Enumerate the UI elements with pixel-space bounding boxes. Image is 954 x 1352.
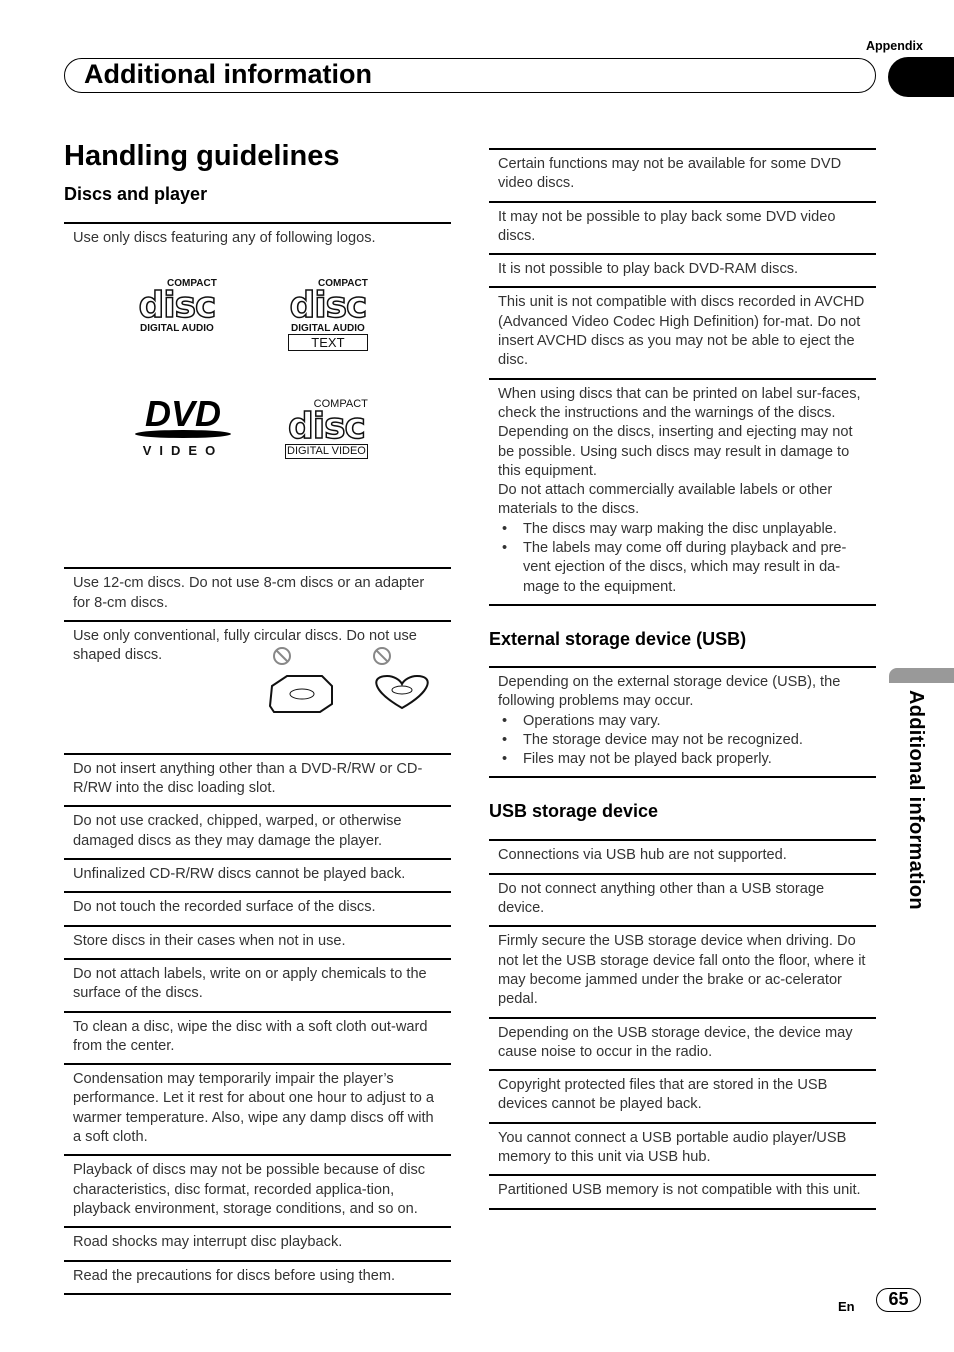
row-text: Use only discs featuring any of followin… <box>73 230 376 246</box>
bullet-list: Operations may vary. The storage device … <box>498 712 867 770</box>
row-text: Do not attach labels, write on or apply … <box>73 965 427 1002</box>
prohibited-icon <box>373 647 392 666</box>
bullet-item: Operations may vary. <box>498 712 867 732</box>
list-item: Depending on the external storage device… <box>489 665 876 779</box>
logo-text: VIDEO <box>142 443 224 459</box>
row-text: Do not attach commercially available lab… <box>498 482 833 518</box>
logo-text: disc <box>287 406 366 448</box>
row-text: When using discs that can be printed on … <box>498 385 861 479</box>
bullet-item: The discs may warp making the disc unpla… <box>498 520 867 540</box>
bullet-item: The storage device may not be recognized… <box>498 731 867 751</box>
row-text: Depending on the USB storage device, the… <box>498 1024 853 1060</box>
side-tab <box>889 668 954 683</box>
list-item: Store discs in their cases when not in u… <box>64 924 451 958</box>
list-item: It may not be possible to play back some… <box>489 200 876 254</box>
list-item: Certain functions may not be available f… <box>489 148 876 201</box>
list-item: Connections via USB hub are not supporte… <box>489 839 876 872</box>
header-title: Additional information <box>84 59 372 89</box>
list-item: Condensation may temporarily impair the … <box>64 1063 451 1154</box>
usb-storage-heading: USB storage device <box>489 801 659 822</box>
row-text: Playback of discs may not be possible be… <box>73 1162 426 1217</box>
list-item: Use 12-cm discs. Do not use 8-cm discs o… <box>64 567 451 620</box>
row-text: Copyright protected files that are store… <box>498 1077 828 1113</box>
logo-text: DIGITAL VIDEO <box>285 444 368 460</box>
row-text: Depending on the external storage device… <box>498 673 841 710</box>
row-text: Do not touch the recorded surface of the… <box>73 899 376 916</box>
row-text: It may not be possible to play back some… <box>498 208 836 244</box>
discs-heading: Discs and player <box>64 184 208 204</box>
list-item: It is not possible to play back DVD-RAM … <box>489 253 876 286</box>
list-item: This unit is not compatible with discs r… <box>489 286 876 377</box>
ext-storage-heading: External storage device (USB) <box>489 628 747 649</box>
list-item: Firmly secure the USB storage device whe… <box>489 925 876 1016</box>
list-item: Partitioned USB memory is not compatible… <box>489 1174 876 1210</box>
list-item: Do not touch the recorded surface of the… <box>64 891 451 924</box>
row-text: Do not insert anything other than a DVD-… <box>73 760 423 797</box>
language-label: En <box>838 1299 855 1314</box>
row-text: Condensation may temporarily impair the … <box>73 1071 435 1146</box>
row-text: This unit is not compatible with discs r… <box>498 294 865 369</box>
row-text: Firmly secure the USB storage device whe… <box>498 933 866 1008</box>
list-item: Depending on the USB storage device, the… <box>489 1016 876 1070</box>
right-column: Certain functions may not be available f… <box>489 148 876 1210</box>
bullet-list: The discs may warp making the disc unpla… <box>498 520 867 597</box>
dvd-video-logo: DVD VIDEO <box>133 393 233 460</box>
list-item: Do not attach labels, write on or apply … <box>64 957 451 1011</box>
list-item: Road shocks may interrupt disc playback. <box>64 1226 451 1259</box>
logo-text: disc <box>289 285 368 327</box>
page-title: Handling guidelines <box>64 140 340 172</box>
row-text: Use 12-cm discs. Do not use 8-cm discs o… <box>73 575 425 611</box>
logo-text: DIGITAL AUDIO <box>140 323 214 335</box>
list-item: Do not connect anything other than a USB… <box>489 872 876 926</box>
list-item: Playback of discs may not be possible be… <box>64 1154 451 1226</box>
section-tab <box>888 57 954 97</box>
list-item: Do not insert anything other than a DVD-… <box>64 752 451 806</box>
list-item: Unfinalized CD-R/RW discs cannot be play… <box>64 858 451 891</box>
row-text: It is not possible to play back DVD-RAM … <box>498 261 799 278</box>
row-text: Partitioned USB memory is not compatible… <box>498 1182 861 1199</box>
row-text: Read the precautions for discs before us… <box>73 1267 396 1284</box>
cd-da-logo: COMPACT disc DIGITAL AUDIO <box>137 278 217 334</box>
side-tab-label: Additional information <box>905 690 927 910</box>
bullet-item: Files may not be played back properly. <box>498 750 867 770</box>
disc-logos: COMPACT disc DIGITAL AUDIO COMPACT disc … <box>73 248 442 560</box>
list-item: When using discs that can be printed on … <box>489 377 876 606</box>
logo-text: disc <box>138 285 217 327</box>
prohibited-icon <box>273 647 292 666</box>
list-item: Use only conventional, fully circular di… <box>64 619 451 753</box>
row-text: Certain functions may not be available f… <box>498 156 842 192</box>
cd-video-logo: COMPACT disc DIGITAL VIDEO <box>285 398 368 460</box>
list-item: You cannot connect a USB portable audio … <box>489 1121 876 1175</box>
row-text: Connections via USB hub are not supporte… <box>498 847 787 864</box>
row-text: You cannot connect a USB portable audio … <box>498 1129 847 1165</box>
logo-text: DVD <box>144 393 221 435</box>
intro-row: Use only discs featuring any of followin… <box>64 222 451 567</box>
left-column: Discs and player Use only discs featurin… <box>64 184 451 1295</box>
shaped-disc-illustration <box>269 647 429 714</box>
page-number: 65 <box>876 1288 921 1312</box>
list-item: Do not use cracked, chipped, warped, or … <box>64 805 451 858</box>
row-text: Store discs in their cases when not in u… <box>73 932 346 949</box>
row-text: To clean a disc, wipe the disc with a so… <box>73 1018 428 1054</box>
section-label: Appendix <box>866 39 923 53</box>
row-text: Unfinalized CD-R/RW discs cannot be play… <box>73 866 406 883</box>
logo-text: TEXT <box>288 334 368 352</box>
row-text: Do not use cracked, chipped, warped, or … <box>73 813 402 849</box>
list-item: To clean a disc, wipe the disc with a so… <box>64 1010 451 1064</box>
list-item: Copyright protected files that are store… <box>489 1069 876 1122</box>
list-item: Read the precautions for discs before us… <box>64 1259 451 1295</box>
row-text: Road shocks may interrupt disc playback. <box>73 1234 343 1251</box>
logo-text: DIGITAL AUDIO <box>291 323 365 335</box>
bullet-item: The labels may come off during playback … <box>498 539 867 597</box>
row-text: Do not connect anything other than a USB… <box>498 880 825 917</box>
cd-text-logo: COMPACT disc DIGITAL AUDIO TEXT <box>288 278 368 352</box>
